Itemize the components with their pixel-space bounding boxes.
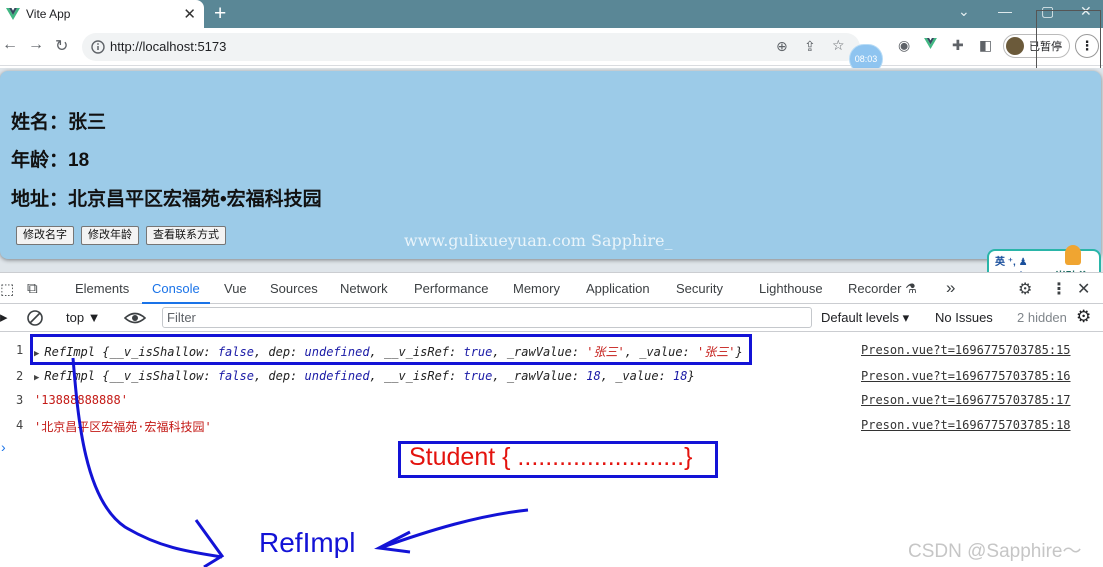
back-arrow-icon[interactable]: ←: [2, 36, 18, 54]
age-value: 18: [68, 150, 90, 171]
browser-titlebar: Vite App ✕ + ⌄ — ▢ ✕: [0, 0, 1103, 28]
view-contact-button[interactable]: 查看联系方式: [146, 226, 226, 245]
console-prompt[interactable]: ›: [1, 439, 6, 455]
tab-performance[interactable]: Performance: [414, 281, 488, 296]
inspect-element-icon[interactable]: ⬚: [0, 280, 14, 298]
property-value: 18: [673, 369, 688, 383]
console-settings-gear-icon[interactable]: ⚙: [1076, 307, 1091, 327]
property-value: 18: [586, 369, 601, 383]
name-label: 姓名：: [11, 112, 69, 133]
share-icon[interactable]: ⇪: [804, 38, 816, 55]
person-card: 姓名：张三 年龄：18 地址：北京昌平区宏福苑•宏福科技园 修改名字 修改年龄 …: [0, 71, 1101, 259]
bookmark-star-icon[interactable]: ☆: [832, 37, 845, 54]
tab-network[interactable]: Network: [340, 281, 388, 296]
tab-security[interactable]: Security: [676, 281, 723, 296]
forward-arrow-icon[interactable]: →: [28, 36, 44, 54]
context-selector[interactable]: top ▼: [66, 310, 101, 325]
more-tabs-icon[interactable]: »: [946, 278, 955, 298]
tab-title: Vite App: [26, 7, 71, 21]
annotation-box-refimpl: [30, 334, 752, 365]
tab-application[interactable]: Application: [586, 281, 650, 296]
tab-search-icon[interactable]: ⌄: [958, 3, 970, 20]
annotation-refimpl-text: RefImpl: [259, 527, 356, 558]
avatar: [1006, 37, 1024, 55]
line-number: 1: [16, 343, 24, 357]
csdn-credit: CSDN @Sapphire～: [908, 541, 1082, 562]
url-text[interactable]: http://localhost:5173: [110, 39, 226, 54]
sidebar-toggle-icon[interactable]: ▸: [0, 308, 8, 326]
source-link[interactable]: Preson.vue?t=1696775703785:16: [861, 369, 1071, 383]
filter-input[interactable]: Filter: [162, 307, 812, 328]
arrow-right-head: [374, 530, 411, 554]
property-value: true: [463, 369, 493, 383]
issues-counter[interactable]: No Issues: [935, 310, 993, 325]
tab-memory[interactable]: Memory: [513, 281, 560, 296]
settings-gear-icon[interactable]: ⚙: [1018, 279, 1032, 299]
address-value: 北京昌平区宏福苑•宏福科技园: [68, 189, 322, 210]
browser-tab[interactable]: Vite App ✕: [0, 0, 204, 28]
page-viewport: 姓名：张三 年龄：18 地址：北京昌平区宏福苑•宏福科技园 修改名字 修改年龄 …: [0, 68, 1103, 272]
minimize-button[interactable]: —: [998, 3, 1012, 19]
name-value: 张三: [68, 112, 107, 133]
change-name-button[interactable]: 修改名字: [16, 226, 74, 245]
clear-console-icon[interactable]: [26, 309, 44, 327]
new-tab-button[interactable]: +: [214, 2, 226, 26]
arrow-right-curve: [379, 508, 529, 550]
vue-devtools-extension-icon[interactable]: [924, 38, 937, 49]
side-panel-icon[interactable]: ◧: [979, 37, 992, 54]
change-age-button[interactable]: 修改年龄: [81, 226, 139, 245]
devtools-menu-icon[interactable]: ⋮: [1051, 279, 1067, 299]
property-value: false: [217, 369, 254, 383]
line-number: 4: [16, 418, 24, 432]
age-row: 年龄：18: [11, 145, 89, 172]
property-value: undefined: [304, 369, 370, 383]
zoom-icon[interactable]: ⊕: [776, 38, 788, 55]
tab-console[interactable]: Console: [152, 281, 200, 296]
source-link[interactable]: Preson.vue?t=1696775703785:15: [861, 343, 1071, 357]
expand-triangle-icon[interactable]: ▶: [34, 373, 39, 383]
close-devtools-icon[interactable]: ✕: [1077, 279, 1090, 299]
console-message[interactable]: '北京昌平区宏福苑·宏福科技园': [34, 418, 212, 435]
reload-icon[interactable]: ↻: [55, 36, 68, 56]
tab-lighthouse[interactable]: Lighthouse: [759, 281, 823, 296]
age-label: 年龄：: [11, 150, 69, 171]
source-link[interactable]: Preson.vue?t=1696775703785:18: [861, 418, 1071, 432]
object-preview[interactable]: RefImpl {__v_isShallow: false, dep: unde…: [44, 369, 694, 383]
device-toolbar-icon[interactable]: ⧉: [27, 280, 38, 297]
address-bar-row: ← → ↻ http://localhost:5173 ⊕ ⇪ ☆ ◉ ✚ ◧: [0, 28, 1103, 66]
watermark: www.gulixueyuan.com Sapphire_: [404, 231, 673, 250]
site-info-icon[interactable]: [91, 40, 105, 54]
devtools-tabbar: ⬚ ⧉ Elements Console Vue Sources Network…: [0, 272, 1103, 304]
tab-vue[interactable]: Vue: [224, 281, 247, 296]
hidden-count: 2 hidden: [1017, 310, 1067, 325]
address-row: 地址：北京昌平区宏福苑•宏福科技园: [11, 184, 322, 211]
console-message[interactable]: '13888888888': [34, 393, 128, 407]
address-label: 地址：: [11, 189, 69, 210]
extension-avatar-icon[interactable]: ◉: [898, 37, 910, 54]
omnibox[interactable]: http://localhost:5173 ⊕ ⇪ ☆: [82, 33, 860, 61]
arrow-left-curve: [71, 357, 223, 559]
source-link[interactable]: Preson.vue?t=1696775703785:17: [861, 393, 1071, 407]
tab-recorder[interactable]: Recorder ⚗: [848, 281, 917, 297]
name-row: 姓名：张三: [11, 107, 106, 134]
annotation-student-text: Student { ........................}: [409, 443, 693, 471]
live-expression-eye-icon[interactable]: [124, 310, 146, 326]
ime-logo-icon: [1065, 245, 1081, 265]
ime-line-1: 英 ⁺, ♟: [995, 257, 1028, 268]
vue-logo-icon: [6, 8, 20, 20]
tab-elements[interactable]: Elements: [75, 281, 129, 296]
arrow-left-head: [194, 519, 225, 567]
line-number: 2: [16, 369, 24, 383]
console-message[interactable]: ▶ RefImpl {__v_isShallow: false, dep: und…: [34, 369, 695, 383]
close-tab-icon[interactable]: ✕: [183, 5, 196, 23]
console-toolbar: ▸ top ▼ Filter Default levels ▾ No Issue…: [0, 304, 1103, 332]
extensions-puzzle-icon[interactable]: ✚: [952, 37, 964, 54]
tab-sources[interactable]: Sources: [270, 281, 318, 296]
line-number: 3: [16, 393, 24, 407]
default-levels-dropdown[interactable]: Default levels ▾: [821, 310, 909, 326]
